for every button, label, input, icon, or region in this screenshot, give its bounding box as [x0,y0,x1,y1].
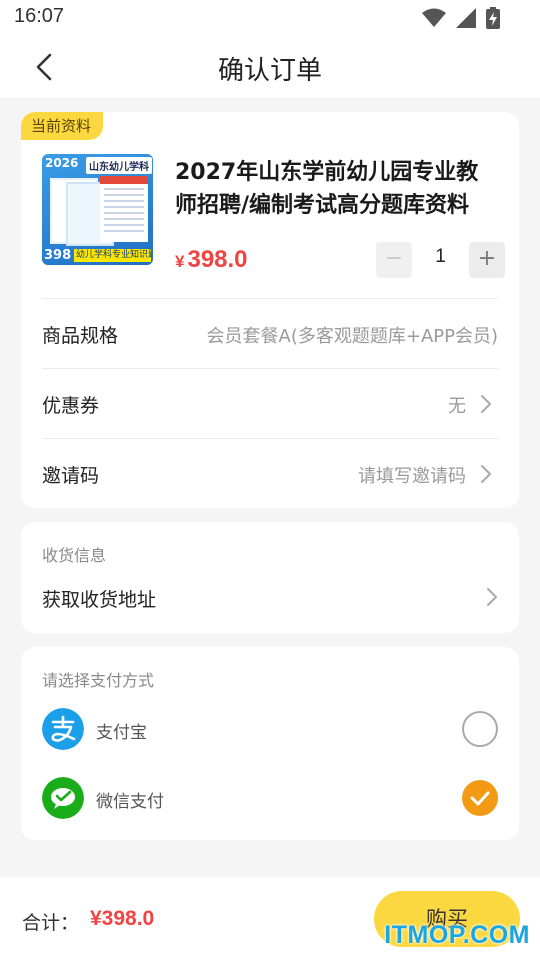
payment-section-title: 请选择支付方式 [42,671,155,690]
shipping-section-title: 收货信息 [42,546,107,565]
nav-bar: 确认订单 [0,36,540,98]
wechat-pay-label: 微信支付 [96,792,164,812]
status-time: 16:07 [14,5,65,27]
spec-label: 商品规格 [42,325,119,347]
quantity-stepper: − 1 + [376,242,505,278]
invite-code-placeholder: 请填写邀请码 [358,466,466,487]
chevron-right-icon [481,465,491,483]
payment-option-wechat[interactable]: 微信支付 [42,777,498,821]
status-icons [422,7,500,29]
product-cover-image[interactable]: 2026 山东幼儿学科 398 幼儿学科专业知识题库 [42,154,153,265]
status-bar: 16:07 [0,0,540,36]
alipay-radio[interactable] [462,711,498,747]
row-coupon[interactable]: 优惠券 无 [42,368,498,438]
shipping-card[interactable]: 收货信息 获取收货地址 [21,522,519,633]
battery-charging-icon [486,7,500,29]
get-address-link[interactable]: 获取收货地址 [42,585,156,612]
cover-strip: 幼儿学科专业知识题库 [74,249,151,262]
product-title: 2027年山东学前幼儿园专业教师招聘/编制考试高分题库资料 [175,160,479,218]
row-spec[interactable]: 商品规格 会员套餐A(多客观题题库+APP会员) [42,298,498,368]
current-material-tag: 当前资料 [21,112,104,140]
product-price: ¥398.0 [175,246,248,274]
chevron-right-icon [487,588,497,606]
check-icon [470,791,490,806]
total-amount: ¥398.0 [90,907,155,930]
cover-price: 398 [44,248,72,263]
wifi-icon [422,8,446,27]
wechat-pay-radio[interactable] [462,780,498,816]
payment-card: 请选择支付方式 支付宝 微信支付 [21,647,519,840]
cover-sheet [100,176,148,242]
quantity-value: 1 [435,246,446,267]
alipay-icon [42,708,84,750]
cover-year: 2026 [45,156,79,170]
invite-code-label: 邀请码 [42,465,100,487]
signal-icon [456,8,476,28]
row-invite-code[interactable]: 邀请码 请填写邀请码 [42,438,498,508]
watermark: ITMOP.COM [384,921,530,949]
alipay-label: 支付宝 [96,723,147,743]
total-label: 合计： [22,912,80,934]
chevron-right-icon [481,395,491,413]
price-value: 398.0 [187,246,248,273]
page-title: 确认订单 [217,56,322,86]
currency-symbol: ¥ [175,252,185,271]
spec-value: 会员套餐A(多客观题题库+APP会员) [206,326,498,347]
product-card: 当前资料 2026 山东幼儿学科 398 幼儿学科专业知识题库 2027年山东学… [21,112,519,508]
cover-brand: 山东幼儿学科 [86,157,152,174]
coupon-value: 无 [448,396,466,417]
wechat-pay-icon [42,777,84,819]
decrease-button[interactable]: − [376,242,412,278]
increase-button[interactable]: + [469,242,505,278]
coupon-label: 优惠券 [42,395,100,417]
payment-option-alipay[interactable]: 支付宝 [42,708,498,752]
